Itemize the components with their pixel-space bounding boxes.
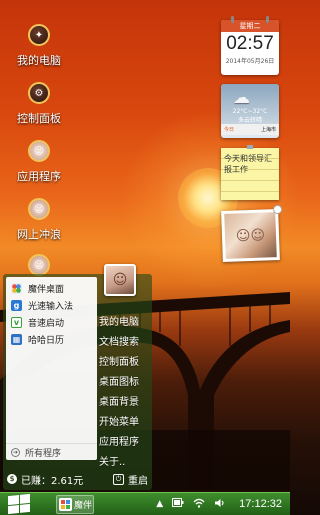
wifi-icon[interactable] — [193, 498, 205, 511]
link-document-search[interactable]: 文档搜索 — [99, 333, 149, 353]
app-label: 音速启动 — [28, 319, 65, 329]
desktop-icon-label: 应用程序 — [17, 170, 61, 183]
weather-day: 今日 — [224, 127, 235, 133]
applications-icon: ☺ — [28, 140, 50, 162]
start-menu-links: 我的电脑 文档搜索 控制面板 桌面图标 桌面背景 开始菜单 应用程序 关于.. — [99, 313, 149, 473]
restart-label: 重启 — [128, 475, 148, 487]
weather-footer: 今日 上海市 — [221, 124, 279, 135]
desktop-icon-label: 网上冲浪 — [17, 228, 61, 241]
coin-icon: $ — [7, 474, 17, 484]
link-start-menu[interactable]: 开始菜单 — [99, 413, 149, 433]
start-menu-footer: $ 已赚：2.61元 ⏻ 重启 — [3, 468, 152, 490]
power-icon: ⏻ — [113, 473, 124, 485]
user-avatar[interactable]: ☺ — [104, 264, 136, 296]
desktop-icon-label: 我的电脑 — [17, 54, 61, 67]
flower-icon — [11, 283, 22, 294]
earned-amount: 已赚：2.61元 — [21, 475, 84, 487]
battery-icon[interactable] — [172, 498, 184, 510]
weather-sky: ☁ 22°C~32°C 多云转晴 — [221, 84, 279, 124]
start-menu-app-input-method[interactable]: g 光速输入法 — [6, 297, 97, 314]
note-widget[interactable]: 今天和领导汇报工作 — [221, 145, 279, 200]
link-applications[interactable]: 应用程序 — [99, 433, 149, 453]
note-text: 今天和领导汇报工作 — [224, 154, 272, 174]
weather-city: 上海市 — [260, 127, 276, 133]
link-desktop-icons[interactable]: 桌面图标 — [99, 373, 149, 393]
calendar-rings — [231, 16, 269, 23]
desktop-icon-label: 控制面板 — [17, 112, 61, 125]
user-photo-icon: ☺ — [28, 254, 50, 276]
taskbar-task-moban[interactable]: 魔伴 — [56, 494, 94, 514]
weather-condition: 多云转晴 — [237, 117, 262, 124]
photo-image: ☺☺ — [224, 212, 277, 259]
app-label: 魔伴桌面 — [28, 285, 65, 295]
clock-widget[interactable]: 星期二 02:57 2014年05月26日 — [221, 16, 279, 75]
calendar-icon: ▦ — [11, 334, 22, 345]
web-surfing-icon: ☺ — [28, 198, 50, 220]
moban-app-icon — [59, 497, 72, 511]
photo-widget[interactable]: ☺☺ — [221, 204, 283, 262]
app-label: 光速输入法 — [28, 302, 74, 312]
task-label: 魔伴 — [74, 500, 93, 511]
link-desktop-background[interactable]: 桌面背景 — [99, 393, 149, 413]
desktop-icon-applications[interactable]: ☺ 应用程序 — [8, 140, 70, 184]
clock-date: 2014年05月26日 — [225, 58, 275, 65]
launch-icon: v — [11, 317, 22, 328]
start-button[interactable] — [8, 493, 30, 515]
clock-time: 02:57 — [226, 33, 274, 54]
input-method-icon: g — [11, 300, 22, 311]
control-panel-icon: ⚙ — [28, 82, 50, 104]
taskbar-clock[interactable]: 17:12:32 — [239, 498, 282, 510]
weather-temp: 22°C~32°C — [232, 108, 268, 115]
start-menu-app-quick-launch[interactable]: v 音速启动 — [6, 314, 97, 331]
taskbar: 魔伴 ▲ 17:12:32 — [0, 492, 290, 515]
desktop-icon-control-panel[interactable]: ⚙ 控制面板 — [8, 82, 70, 126]
start-menu-app-calendar[interactable]: ▦ 哈哈日历 — [6, 331, 97, 348]
volume-icon[interactable] — [214, 498, 226, 511]
start-menu: 魔伴桌面 g 光速输入法 v 音速启动 ▦ 哈哈日历 ➔ 所有程序 我的电脑 文… — [3, 274, 152, 490]
desktop-icon-web-surfing[interactable]: ☺ 网上冲浪 — [8, 198, 70, 242]
arrow-up-icon[interactable]: ▲ — [156, 499, 163, 509]
link-control-panel[interactable]: 控制面板 — [99, 353, 149, 373]
app-label: 哈哈日历 — [28, 336, 65, 346]
start-menu-app-mobanzhuomian[interactable]: 魔伴桌面 — [6, 280, 97, 297]
my-computer-icon: ✦ — [28, 24, 50, 46]
pin-icon — [247, 145, 253, 149]
cloud-icon: ☁ — [233, 88, 250, 108]
start-menu-app-list: 魔伴桌面 g 光速输入法 v 音速启动 ▦ 哈哈日历 ➔ 所有程序 — [6, 277, 97, 460]
arrow-right-icon: ➔ — [11, 447, 20, 457]
all-programs-button[interactable]: ➔ 所有程序 — [6, 443, 97, 460]
weather-widget[interactable]: ☁ 22°C~32°C 多云转晴 今日 上海市 — [221, 84, 279, 138]
all-programs-label: 所有程序 — [25, 448, 62, 459]
link-my-computer[interactable]: 我的电脑 — [99, 313, 149, 333]
restart-button[interactable]: ⏻ 重启 — [113, 472, 148, 487]
system-tray: ▲ 17:12:32 — [156, 498, 290, 511]
desktop-icon-my-computer[interactable]: ✦ 我的电脑 — [8, 24, 70, 68]
